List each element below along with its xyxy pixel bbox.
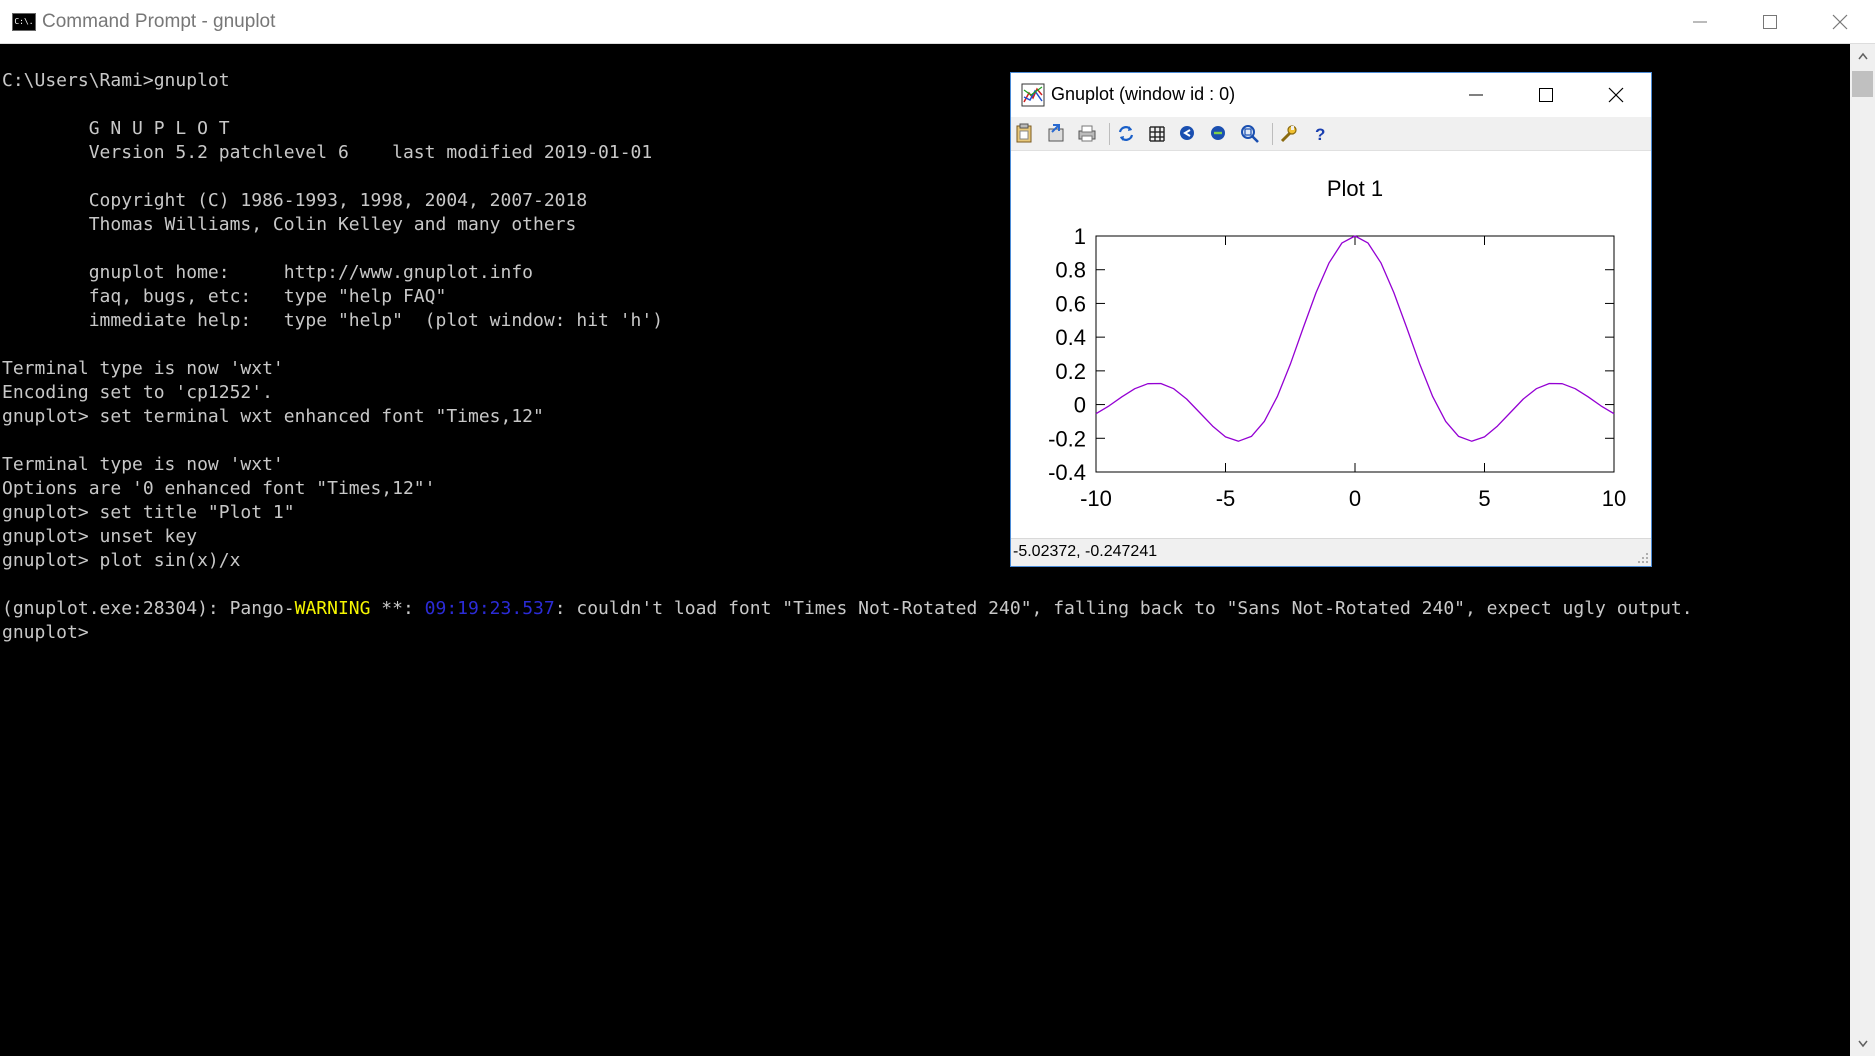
toggle-grid-button[interactable] (1146, 124, 1168, 144)
plot-title: Plot 1 (1327, 176, 1383, 201)
toolbar-separator (1272, 123, 1273, 145)
plot-canvas[interactable]: Plot 1 -0.4 -0.2 0 0.2 0.4 0.6 0.8 1 -10 -5 0 5 10 (1011, 151, 1651, 538)
console-text: : couldn't load font "Times Not-Rotated … (554, 598, 1693, 619)
gnuplot-window-title: Gnuplot (window id : 0) (1051, 84, 1236, 104)
maximize-icon (1763, 15, 1777, 29)
y-tick-label: 0.8 (1055, 258, 1086, 283)
gnuplot-titlebar[interactable]: Gnuplot (window id : 0) (1011, 73, 1651, 117)
console-text: gnuplot> set title "Plot 1" (2, 502, 295, 523)
export-button[interactable] (1045, 124, 1067, 144)
console-text: Terminal type is now 'wxt' (2, 358, 284, 379)
cmd-icon[interactable]: C:\. (12, 13, 36, 31)
print-icon (1078, 125, 1096, 142)
zoom-next-button[interactable] (1208, 124, 1230, 144)
x-tick-label: 0 (1349, 486, 1361, 511)
replot-button[interactable] (1115, 124, 1137, 144)
toolbar-separator (1109, 123, 1110, 145)
resize-grip-icon[interactable] (1637, 552, 1649, 564)
chevron-up-icon (1857, 52, 1868, 60)
y-tick-label: 0 (1074, 393, 1086, 418)
gnuplot-minimize-button[interactable] (1441, 73, 1511, 117)
close-button[interactable] (1805, 0, 1875, 44)
console-text: Version 5.2 patchlevel 6 last modified 2… (2, 142, 653, 163)
status-bar: -5.02372, -0.247241 (1011, 538, 1651, 566)
warning-label: WARNING (294, 598, 371, 619)
gnuplot-app-icon (1021, 83, 1045, 107)
console-text: gnuplot> (2, 622, 89, 643)
window-title: Command Prompt - gnuplot (42, 11, 276, 32)
plot-area[interactable]: Plot 1 -0.4 -0.2 0 0.2 0.4 0.6 0.8 1 -10 -5 0 5 10 (1011, 151, 1651, 538)
copy-to-clipboard-icon (1016, 123, 1032, 143)
plot-border (1095, 235, 1615, 473)
scroll-up-button[interactable] (1850, 44, 1875, 68)
zoom-previous-button[interactable] (1177, 124, 1199, 144)
zoom-next-icon (1211, 126, 1225, 140)
console-text: Copyright (C) 1986-1993, 1998, 2004, 200… (2, 190, 588, 211)
print-button[interactable] (1076, 124, 1098, 144)
console-text: Options are '0 enhanced font "Times,12"' (2, 478, 436, 499)
x-tick-label: -10 (1080, 486, 1112, 511)
help-icon: ? (1315, 125, 1325, 144)
close-icon (1608, 87, 1624, 103)
gnuplot-maximize-button[interactable] (1511, 73, 1581, 117)
configuration-icon (1280, 125, 1297, 143)
gnuplot-close-button[interactable] (1581, 73, 1651, 117)
console-text: **: (370, 598, 425, 619)
vertical-scrollbar[interactable] (1850, 44, 1875, 1056)
series-line (1095, 235, 1615, 442)
y-tick-label: -0.2 (1048, 426, 1086, 451)
y-tick-label: 1 (1074, 224, 1086, 249)
console-text: Thomas Williams, Colin Kelley and many o… (2, 214, 577, 235)
x-tick-label: 10 (1602, 486, 1626, 511)
minimize-button[interactable] (1665, 0, 1735, 44)
console-text: faq, bugs, etc: type "help FAQ" (2, 286, 447, 307)
console-text: gnuplot home: http://www.gnuplot.info (2, 262, 534, 283)
y-tick-label: 0.2 (1055, 359, 1086, 384)
export-icon (1048, 124, 1064, 142)
close-icon (1832, 14, 1848, 30)
console-text: immediate help: type "help" (plot window… (2, 310, 664, 331)
console-text: (gnuplot.exe:28304): Pango- (2, 598, 295, 619)
autoscale-button[interactable] (1239, 124, 1261, 144)
console-line: gnuplot> (2, 621, 1693, 645)
configuration-button[interactable] (1278, 124, 1300, 144)
y-tick-label: 0.6 (1055, 291, 1086, 316)
scroll-down-button[interactable] (1850, 1032, 1875, 1056)
minimize-icon (1469, 94, 1483, 96)
console-line: (gnuplot.exe:28304): Pango-WARNING **: 0… (2, 597, 1693, 621)
cursor-coordinates: -5.02372, -0.247241 (1013, 543, 1158, 560)
maximize-icon (1539, 88, 1553, 102)
toggle-grid-icon (1149, 126, 1165, 142)
autoscale-icon (1241, 125, 1259, 143)
x-tick-label: 5 (1478, 486, 1490, 511)
console-text: gnuplot> plot sin(x)/x (2, 550, 241, 571)
svg-text:?: ? (1315, 125, 1325, 144)
replot-icon (1118, 126, 1134, 141)
x-tick-label: -5 (1216, 486, 1236, 511)
minimize-icon (1693, 21, 1707, 23)
maximize-button[interactable] (1735, 0, 1805, 44)
cmd-titlebar[interactable]: C:\. Command Prompt - gnuplot (0, 0, 1875, 44)
chevron-down-icon (1857, 1040, 1868, 1048)
console-text: gnuplot> unset key (2, 526, 198, 547)
copy-to-clipboard-button[interactable] (1014, 123, 1036, 144)
zoom-previous-icon (1180, 126, 1194, 140)
console-text: Encoding set to 'cp1252'. (2, 382, 273, 403)
help-button[interactable]: ? (1309, 124, 1331, 144)
console-text: G N U P L O T (2, 118, 230, 139)
scrollbar-thumb[interactable] (1852, 71, 1873, 97)
y-tick-label: 0.4 (1055, 325, 1086, 350)
y-tick-label: -0.4 (1048, 460, 1086, 485)
console-text: Terminal type is now 'wxt' (2, 454, 284, 475)
gnuplot-toolbar: ? (1011, 117, 1651, 151)
console-text: gnuplot> set terminal wxt enhanced font … (2, 406, 544, 427)
console-text: C:\Users\Rami>gnuplot (2, 70, 230, 91)
timestamp: 09:19:23.537 (424, 598, 555, 619)
gnuplot-window[interactable]: Gnuplot (window id : 0) ? Plot 1 -0.4 -0.… (1010, 72, 1652, 567)
